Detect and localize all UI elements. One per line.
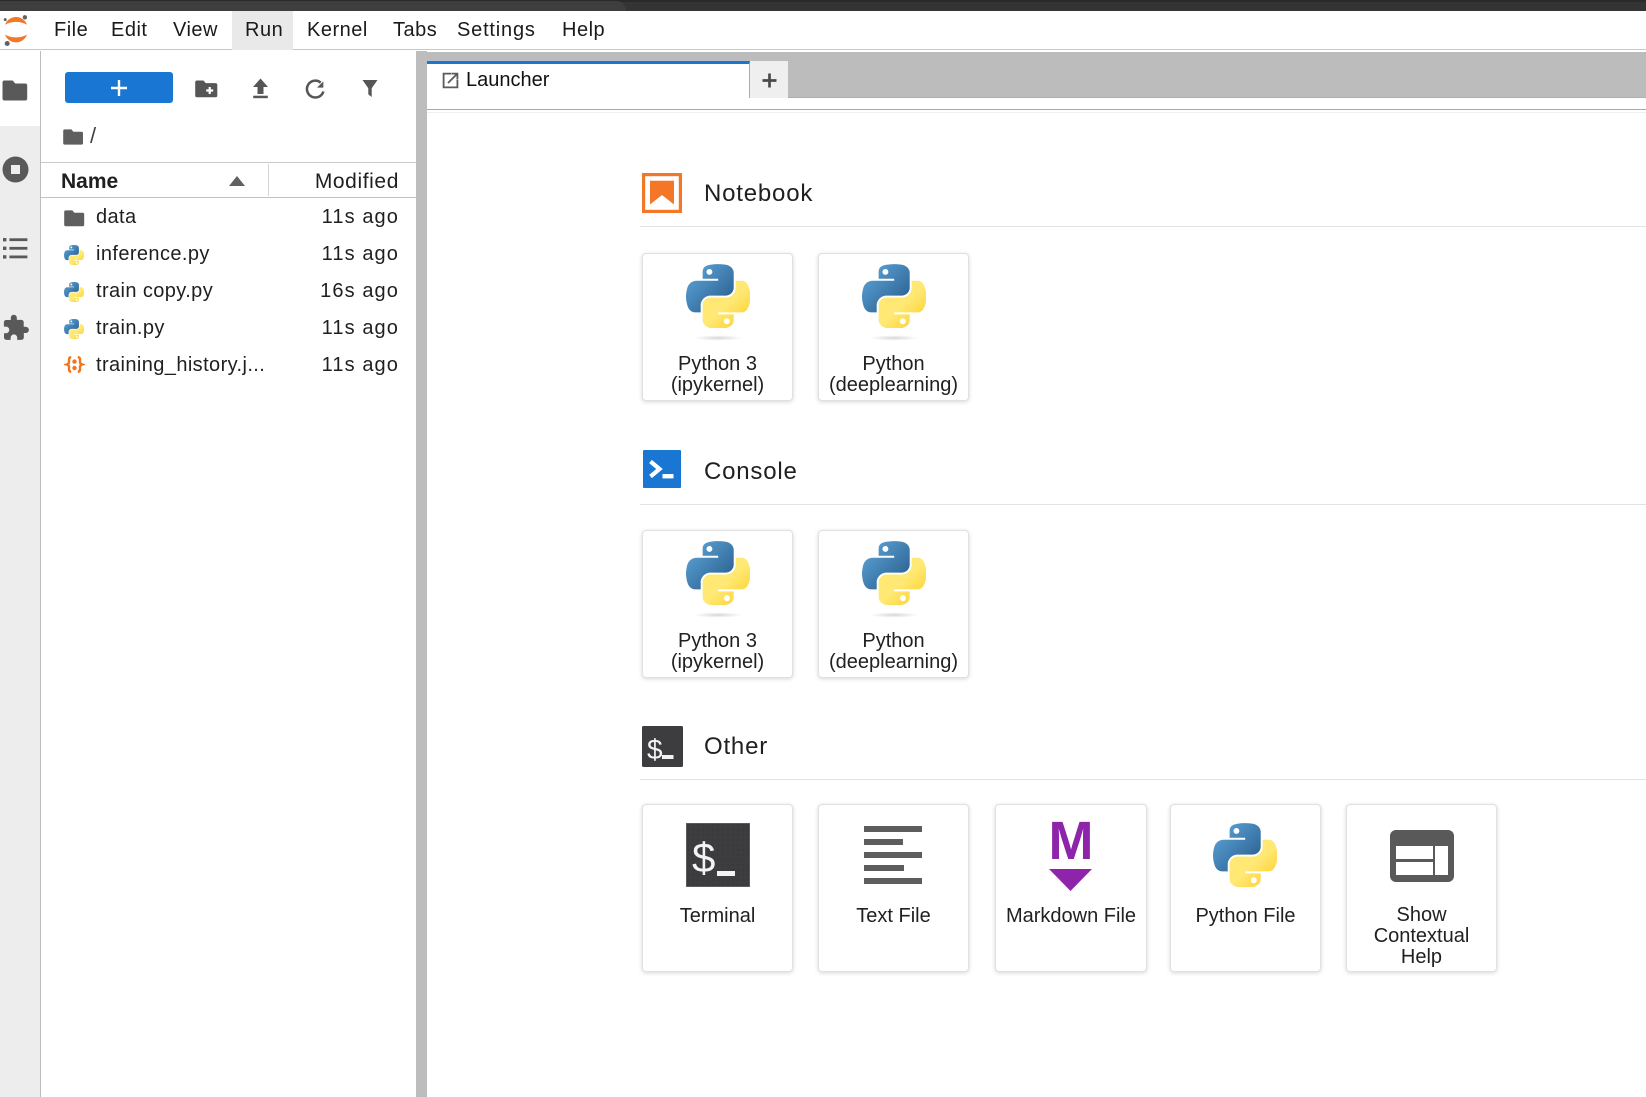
svg-text:$: $ — [692, 834, 715, 881]
svg-text:$: $ — [647, 734, 663, 765]
